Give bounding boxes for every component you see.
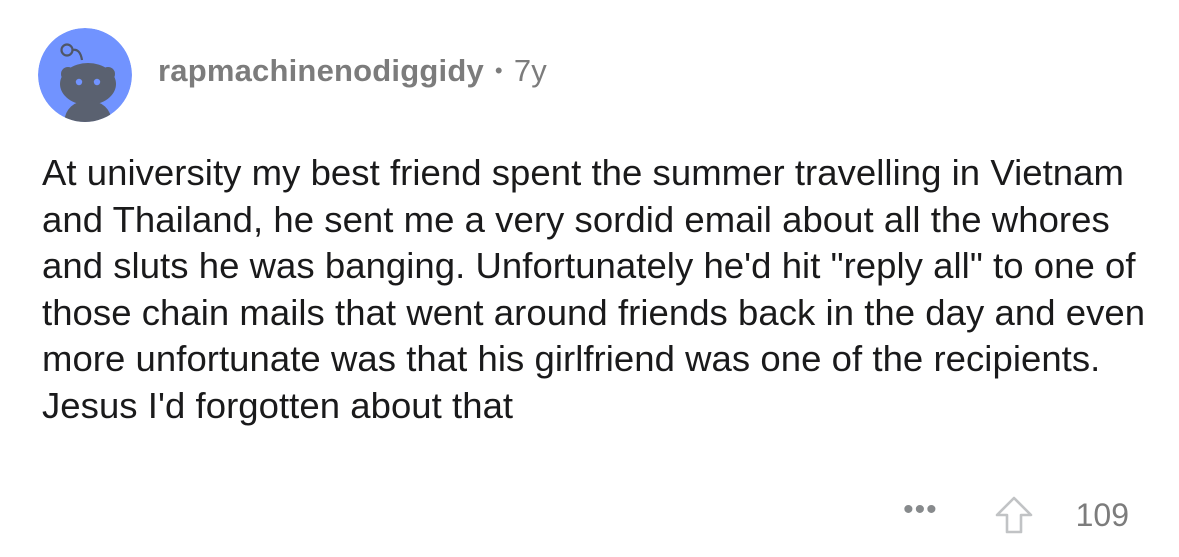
more-options-icon[interactable]: •••: [903, 495, 938, 525]
meta-separator: •: [494, 58, 503, 83]
comment-meta: rapmachinenodiggidy • 7y: [158, 53, 547, 89]
comment-actions: ••• 109: [903, 495, 1129, 535]
snoo-avatar-icon: [38, 28, 132, 122]
comment-body: At university my best friend spent the s…: [42, 150, 1152, 429]
comment-text: At university my best friend spent the s…: [42, 152, 1146, 426]
upvote-arrow-icon: [995, 496, 1032, 534]
comment-header: rapmachinenodiggidy • 7y: [38, 28, 547, 122]
vote-score: 109: [1075, 496, 1129, 533]
upvote-button[interactable]: [992, 493, 1036, 537]
user-avatar[interactable]: [38, 28, 132, 122]
username-link[interactable]: rapmachinenodiggidy: [158, 53, 484, 89]
comment-card: rapmachinenodiggidy • 7y At university m…: [0, 0, 1179, 557]
comment-age: 7y: [513, 53, 547, 88]
